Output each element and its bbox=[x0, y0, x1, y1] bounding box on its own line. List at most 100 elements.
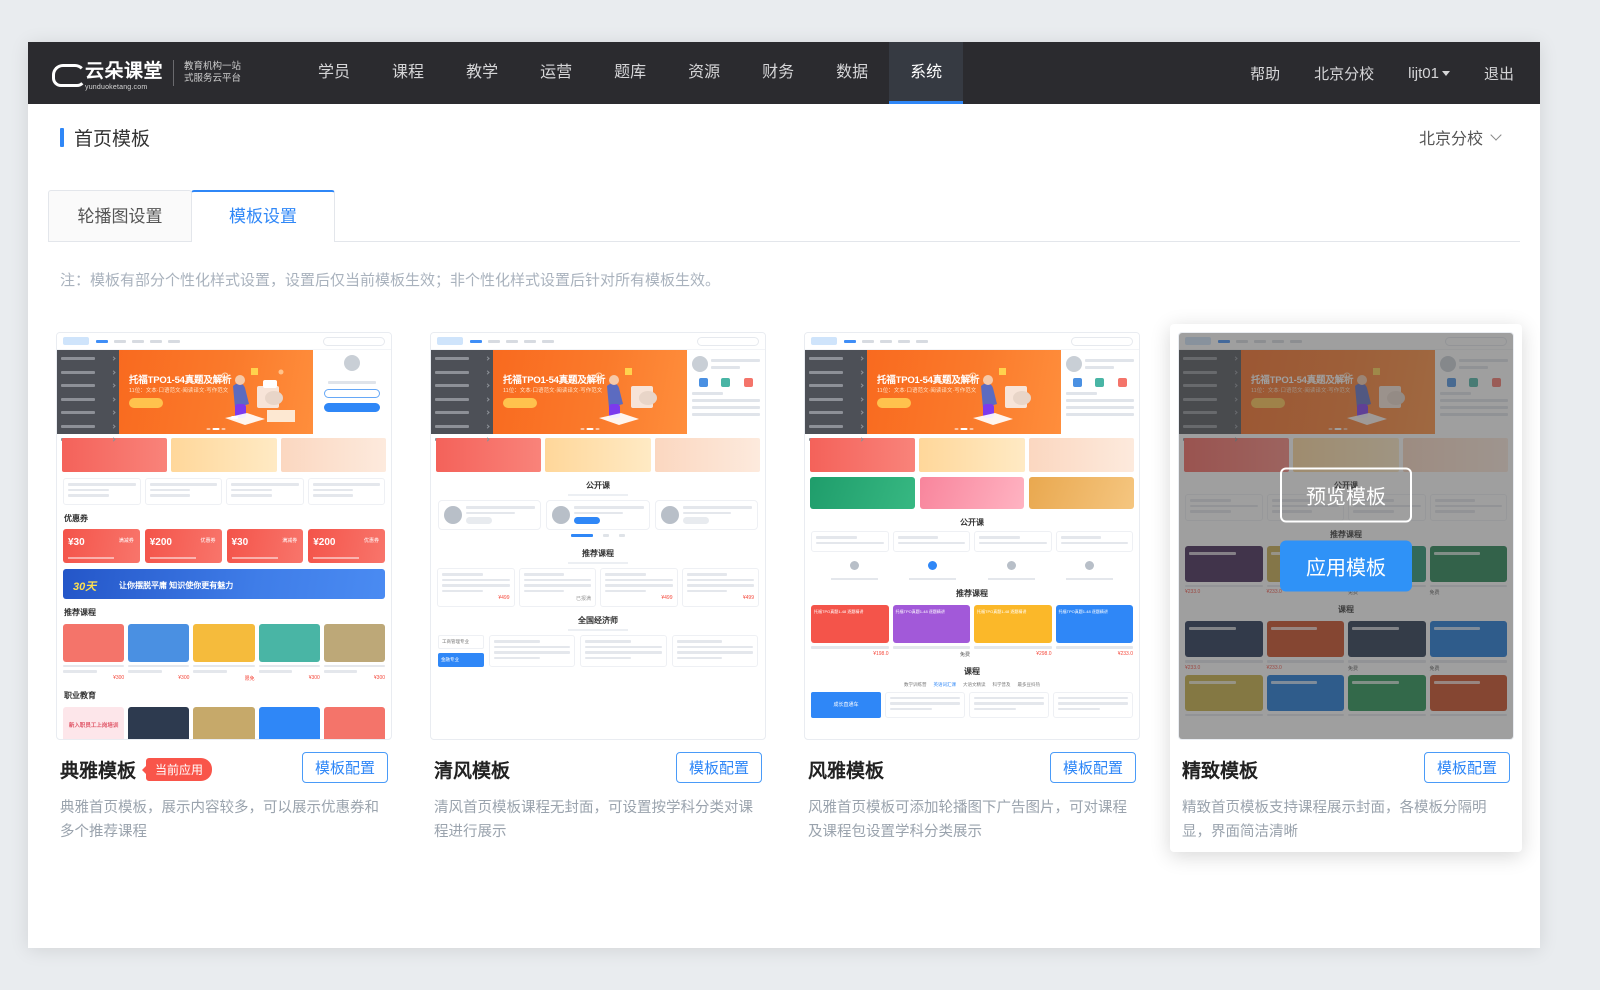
coupon-amount: ¥200 bbox=[150, 537, 172, 548]
brand-divider bbox=[173, 60, 174, 86]
preview-course-card: ¥499 bbox=[682, 568, 760, 607]
template-description: 风雅首页模板可添加轮播图下广告图片，可对课程及课程包设置学科分类展示 bbox=[808, 796, 1136, 844]
page-title-wrap: 首页模板 bbox=[60, 124, 150, 151]
preview-course-row: ¥499 已报满 ¥499 ¥499 bbox=[431, 568, 765, 607]
nav-item-students[interactable]: 学员 bbox=[297, 42, 371, 104]
campus-label[interactable]: 北京分校 bbox=[1314, 63, 1374, 84]
nav-item-question-bank[interactable]: 题库 bbox=[593, 42, 667, 104]
preview-nav-item bbox=[114, 340, 126, 343]
nav-item-courses[interactable]: 课程 bbox=[371, 42, 445, 104]
preview-category-row bbox=[809, 368, 863, 377]
preview-section-title: 推荐课程 bbox=[431, 548, 765, 559]
preview-public-class-card bbox=[438, 500, 541, 530]
preview-banner-button bbox=[503, 398, 537, 408]
preview-ad-row bbox=[805, 434, 1139, 472]
preview-section-sub bbox=[568, 562, 628, 564]
nav-item-operations[interactable]: 运营 bbox=[519, 42, 593, 104]
preview-hero-banner: 托福TPO1-54真题及解析 11位：文本·口语范文·阅读译文·写作范文 bbox=[867, 350, 1061, 434]
template-card-list: 托福TPO1-54真题及解析 11位：文本·口语范文·阅读译文·写作范文 bbox=[28, 290, 1540, 852]
tile-price: ¥298.0 bbox=[974, 651, 1052, 657]
template-config-button[interactable]: 模板配置 bbox=[1424, 752, 1510, 783]
preview-ad bbox=[655, 438, 760, 472]
preview-live-card bbox=[1056, 531, 1134, 552]
preview-coupon: ¥200 优惠券 bbox=[145, 529, 222, 563]
preview-category-sidebar bbox=[431, 350, 493, 434]
preview-promo-ad bbox=[920, 477, 1025, 509]
template-card[interactable]: 托福TPO1-54真题及解析 11位：文本·口语范文·阅读译文·写作范文 bbox=[48, 324, 400, 852]
preview-promo-banner: 30天 让你摆脱平庸 知识使你更有魅力 bbox=[63, 569, 385, 599]
user-menu[interactable]: lijt01 bbox=[1408, 65, 1450, 82]
apply-template-button[interactable]: 应用模板 bbox=[1280, 541, 1412, 592]
preview-teacher bbox=[972, 557, 1051, 580]
template-config-button[interactable]: 模板配置 bbox=[1050, 752, 1136, 783]
top-nav-right: 帮助 北京分校 lijt01 退出 bbox=[1216, 42, 1514, 104]
preview-section-title: 课程 bbox=[805, 666, 1139, 677]
tile-price: 免费 bbox=[893, 651, 971, 658]
preview-ad bbox=[919, 438, 1024, 472]
help-link[interactable]: 帮助 bbox=[1250, 63, 1280, 84]
tab-template-settings[interactable]: 模板设置 bbox=[191, 190, 335, 242]
tab-carousel-settings[interactable]: 轮播图设置 bbox=[48, 190, 192, 242]
preview-course-card bbox=[308, 478, 386, 505]
template-card[interactable]: 托福TPO1-54真题及解析 11位：文本·口语范文·阅读译文·写作范文 bbox=[422, 324, 774, 852]
template-card[interactable]: 托福TPO1-54真题及解析 11位：文本·口语范文·阅读译文·写作范文 bbox=[1170, 324, 1522, 852]
preview-nav-item bbox=[132, 340, 144, 343]
template-description: 清风首页模板课程无封面，可设置按学科分类对课程进行展示 bbox=[434, 796, 762, 844]
brand-name-en: yunduoketang.com bbox=[85, 84, 163, 91]
preview-banner-illustration bbox=[211, 360, 307, 432]
preview-category-row bbox=[435, 368, 489, 377]
preview-quick-icon bbox=[744, 378, 753, 387]
preview-nav-item bbox=[470, 340, 482, 343]
preview-nav-item bbox=[862, 340, 874, 343]
logout-link[interactable]: 退出 bbox=[1484, 63, 1514, 84]
current-applied-badge: 当前应用 bbox=[146, 758, 212, 781]
preview-tile-row: ¥300 ¥300 限免 ¥300 ¥300 bbox=[57, 621, 391, 682]
preview-tile bbox=[128, 707, 189, 741]
template-config-button[interactable]: 模板配置 bbox=[302, 752, 388, 783]
template-preview-thumbnail[interactable]: 托福TPO1-54真题及解析 11位：文本·口语范文·阅读译文·写作范文 bbox=[1178, 332, 1514, 740]
nav-item-resources[interactable]: 资源 bbox=[667, 42, 741, 104]
template-preview-thumbnail[interactable]: 托福TPO1-54真题及解析 11位：文本·口语范文·阅读译文·写作范文 bbox=[56, 332, 392, 740]
promo-banner-number: 30天 bbox=[73, 578, 96, 594]
tile-title: 托福TPO真题1-48 逐题精讲 bbox=[977, 609, 1026, 615]
preview-live-card bbox=[811, 531, 889, 552]
tile-price: ¥300 bbox=[128, 675, 189, 681]
campus-selector[interactable]: 北京分校 bbox=[1419, 125, 1500, 149]
template-config-button[interactable]: 模板配置 bbox=[676, 752, 762, 783]
preview-course-card bbox=[580, 635, 666, 667]
coupon-type: 优惠券 bbox=[200, 537, 215, 544]
preview-tile: 托福TPO真题1-48 逐题精讲¥233.0 bbox=[1056, 605, 1134, 658]
preview-tile-row: 托福TPO真题1-48 逐题精讲¥198.0 托福TPO真题1-48 逐题精讲免… bbox=[805, 602, 1139, 658]
preview-category-sidebar bbox=[57, 350, 119, 434]
note-text: 注：模板有部分个性化样式设置，设置后仅当前模板生效；非个性化样式设置后针对所有模… bbox=[60, 269, 1540, 290]
template-card[interactable]: 托福TPO1-54真题及解析 11位：文本·口语范文·阅读译文·写作范文 bbox=[796, 324, 1148, 852]
preview-template-button[interactable]: 预览模板 bbox=[1280, 468, 1412, 523]
preview-category-row bbox=[61, 368, 115, 377]
tab-list: 轮播图设置 模板设置 bbox=[48, 190, 1540, 242]
brand-logo[interactable]: 云朵课堂 yunduoketang.com 教育机构一站 式服务云平台 bbox=[52, 56, 241, 91]
preview-course-card bbox=[672, 635, 758, 667]
preview-nav-item bbox=[168, 340, 180, 343]
preview-promo-ad bbox=[810, 477, 915, 509]
template-preview-thumbnail[interactable]: 托福TPO1-54真题及解析 11位：文本·口语范文·阅读译文·写作范文 bbox=[430, 332, 766, 740]
nav-item-finance[interactable]: 财务 bbox=[741, 42, 815, 104]
preview-ad bbox=[810, 438, 915, 472]
preview-banner-illustration bbox=[959, 360, 1055, 432]
main-nav-items: 学员 课程 教学 运营 题库 资源 财务 数据 系统 bbox=[297, 42, 963, 104]
preview-promo-ad-row bbox=[805, 472, 1139, 509]
preview-category-row bbox=[61, 408, 115, 417]
tile-price: ¥300 bbox=[259, 675, 320, 681]
preview-teacher bbox=[894, 557, 973, 580]
page-title: 首页模板 bbox=[74, 124, 150, 151]
preview-section-title: 公开课 bbox=[805, 517, 1139, 528]
template-preview-thumbnail[interactable]: 托福TPO1-54真题及解析 11位：文本·口语范文·阅读译文·写作范文 bbox=[804, 332, 1140, 740]
tile-title: 托福TPO真题1-48 逐题精讲 bbox=[896, 609, 945, 615]
subject-tab: 大语文精读 bbox=[963, 682, 986, 688]
nav-item-teaching[interactable]: 教学 bbox=[445, 42, 519, 104]
preview-hero: 托福TPO1-54真题及解析 11位：文本·口语范文·阅读译文·写作范文 bbox=[805, 350, 1139, 434]
preview-avatar bbox=[1066, 356, 1082, 372]
preview-nav-item bbox=[96, 340, 108, 343]
nav-item-system[interactable]: 系统 bbox=[889, 42, 963, 104]
template-name: 精致模板 bbox=[1182, 756, 1258, 783]
nav-item-data[interactable]: 数据 bbox=[815, 42, 889, 104]
